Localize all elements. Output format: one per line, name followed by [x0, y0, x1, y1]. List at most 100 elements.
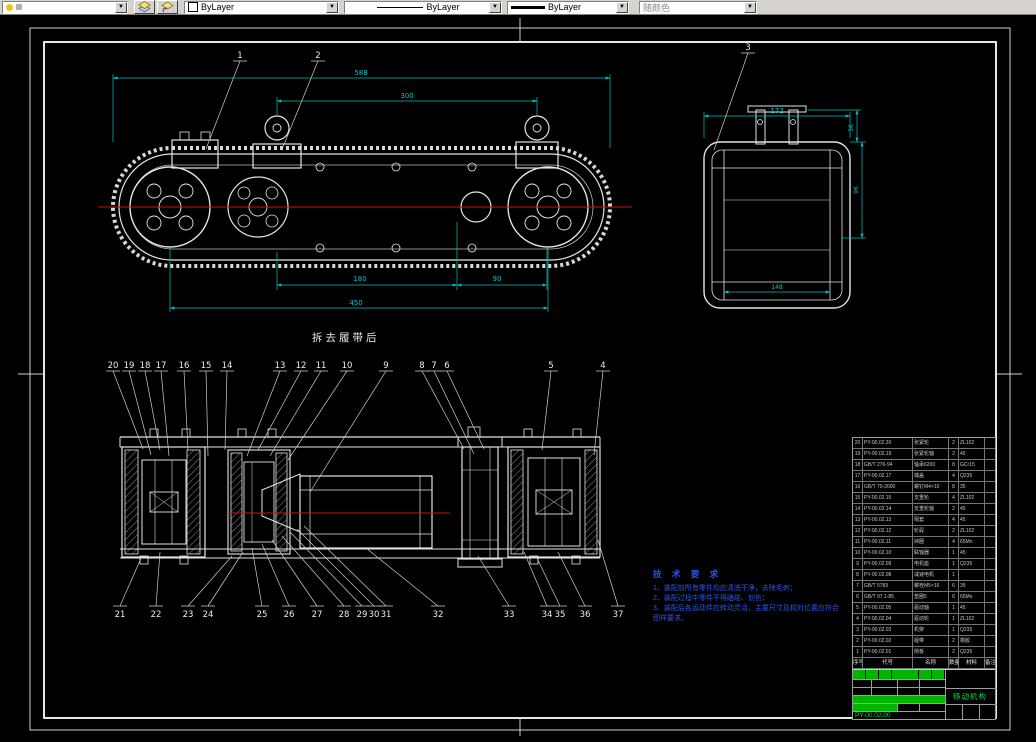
layer-previous-icon [161, 1, 174, 13]
cad-application: 588 300 180 90 450 1 2 172 36 96 148 3 拆… [0, 0, 1036, 742]
svg-text:8: 8 [419, 361, 424, 371]
svg-text:28: 28 [339, 610, 350, 620]
layer-dropdown-arrow[interactable]: ▼ [115, 1, 127, 13]
svg-text:14: 14 [222, 361, 233, 371]
color-dropdown-arrow[interactable]: ▼ [326, 1, 338, 13]
top-view-geometry [111, 115, 612, 268]
dim-90: 90 [493, 275, 502, 283]
lineweight-control[interactable]: ByLayer ▼ [507, 0, 629, 14]
parts-list-row: 6 GB/T 97.1-85 垫圈5 6 65Mn [853, 592, 995, 603]
dim-300: 300 [400, 92, 413, 100]
parts-list-row: 3 PY-00.02.03 机架 1 Q235 [853, 625, 995, 636]
technical-requirement-item: 2、装配过程中零件不得磕碰、划伤； [653, 595, 769, 603]
svg-text:15: 15 [201, 361, 212, 371]
dim-588: 588 [354, 69, 367, 77]
lineweight-dropdown-arrow[interactable]: ▼ [616, 1, 628, 13]
svg-text:10: 10 [342, 361, 353, 371]
parts-list-row: 11 PY-00.02.11 挡圈 4 65Mn [853, 537, 995, 548]
linetype-value: ByLayer [426, 2, 460, 12]
parts-list-row: 19 PY-00.02.19 张紧轮轴 2 45 [853, 449, 995, 460]
parts-list-rows: 20 PY-00.02.20 张紧轮 2 ZL102 19 PY-00.02.1… [853, 438, 995, 658]
technical-requirements: 技 术 要 求 1、装配前所有零件均应清洗干净，去除毛刺； 2、装配过程中零件不… [653, 568, 843, 625]
color-value: ByLayer [201, 2, 235, 12]
svg-text:33: 33 [504, 610, 515, 620]
linetype-control[interactable]: ByLayer ▼ [344, 0, 502, 14]
parts-list-row: 9 PY-00.02.09 电机座 1 Q235 [853, 559, 995, 570]
make-object-layer-current-button[interactable] [134, 0, 155, 14]
plotstyle-value: 随颜色 [643, 2, 671, 13]
layers-icon [138, 1, 151, 13]
svg-text:13: 13 [275, 361, 286, 371]
side-view-geometry [703, 105, 851, 309]
svg-text:11: 11 [316, 361, 327, 371]
parts-list-row: 20 PY-00.02.20 张紧轮 2 ZL102 [853, 438, 995, 449]
dim-180: 180 [353, 275, 366, 283]
svg-text:12: 12 [296, 361, 307, 371]
top-view-dimensions: 588 300 180 90 450 [112, 69, 611, 312]
balloon-1: 1 [237, 51, 242, 61]
section-callouts-top: 20 19 18 17 16 15 14 13 12 11 10 9 8 7 6… [106, 361, 610, 493]
svg-text:25: 25 [257, 610, 268, 620]
svg-text:18: 18 [140, 361, 151, 371]
color-control[interactable]: ByLayer ▼ [184, 0, 339, 14]
parts-list-row: 16 GB/T 70-2000 螺钉M4×10 8 35 [853, 482, 995, 493]
svg-text:4: 4 [600, 361, 605, 371]
svg-text:27: 27 [312, 610, 323, 620]
svg-text:7: 7 [431, 361, 436, 371]
dim-172: 172 [770, 107, 783, 115]
plotstyle-dropdown-arrow: ▼ [744, 1, 756, 13]
layer-on-icon [6, 3, 13, 11]
linetype-sample [377, 6, 424, 8]
parts-list-row: 18 GB/T 276-94 轴承6200 8 GCr15 [853, 460, 995, 471]
parts-list-row: 2 PY-00.02.02 履带 2 橡胶 [853, 636, 995, 647]
svg-text:37: 37 [613, 610, 624, 620]
parts-list-row: 15 PY-00.02.15 支重轮 4 ZL102 [853, 493, 995, 504]
parts-list-row: 7 GB/T 5783 螺栓M5×16 6 35 [853, 581, 995, 592]
svg-text:20: 20 [108, 361, 119, 371]
balloon-3: 3 [745, 43, 750, 53]
technical-requirement-item: 3、装配后各运动件应转动灵活，主要尺寸及相对位置应符合图样要求。 [653, 605, 839, 623]
svg-text:24: 24 [203, 610, 214, 620]
plotstyle-control[interactable]: 随颜色 ▼ [639, 0, 757, 14]
svg-text:30: 30 [369, 610, 380, 620]
svg-text:21: 21 [115, 610, 126, 620]
properties-toolbar: ▼ ByLayer ▼ ByLayer ▼ ByLayer ▼ 随颜色 ▼ [0, 0, 1036, 15]
dim-148: 148 [771, 284, 783, 291]
svg-text:31: 31 [381, 610, 392, 620]
color-swatch [188, 2, 198, 12]
section-view-geometry [119, 426, 601, 568]
svg-text:9: 9 [383, 361, 388, 371]
svg-text:26: 26 [284, 610, 295, 620]
parts-list-row: 13 PY-00.02.13 隔套 4 45 [853, 515, 995, 526]
parts-list: 20 PY-00.02.20 张紧轮 2 ZL102 19 PY-00.02.1… [852, 437, 997, 720]
top-view-balloons: 1 2 [205, 51, 325, 150]
parts-list-header: 序号 代号 名称 数量 材料 备注 [853, 658, 995, 669]
parts-list-row: 1 PY-00.02.01 侧板 2 Q235 [853, 647, 995, 658]
parts-list-row: 8 PY-00.02.08 减速电机 1 [853, 570, 995, 581]
svg-text:22: 22 [151, 610, 162, 620]
svg-text:29: 29 [357, 610, 368, 620]
section-note: 拆去履带后 [312, 331, 380, 344]
title-block: PY-00.02.00 移动机构 [853, 669, 997, 720]
layer-previous-button[interactable] [157, 0, 178, 14]
parts-list-row: 14 PY-00.02.14 支重轮轴 2 45 [853, 504, 995, 515]
layer-control[interactable]: ▼ [2, 0, 128, 14]
parts-list-row: 12 PY-00.02.12 轮毂 2 ZL102 [853, 526, 995, 537]
layer-lock-icon [16, 4, 22, 10]
svg-text:36: 36 [580, 610, 591, 620]
lineweight-sample [511, 5, 545, 9]
parts-list-row: 10 PY-00.02.10 联轴器 1 45 [853, 548, 995, 559]
linetype-dropdown-arrow[interactable]: ▼ [489, 1, 501, 13]
svg-text:5: 5 [548, 361, 553, 371]
technical-requirement-item: 1、装配前所有零件均应清洗干净，去除毛刺； [653, 585, 797, 592]
svg-text:6: 6 [444, 361, 449, 371]
svg-text:19: 19 [124, 361, 135, 371]
dim-450: 450 [349, 299, 362, 307]
title-block-part-name: 移动机构 [953, 692, 987, 701]
title-block-drawing-no: PY-00.02.00 [855, 712, 891, 719]
side-view-balloon: 3 [713, 43, 755, 151]
parts-list-row: 5 PY-00.02.05 驱动轴 1 45 [853, 603, 995, 614]
dim-36: 36 [848, 124, 855, 132]
lineweight-value: ByLayer [548, 2, 582, 12]
svg-text:17: 17 [156, 361, 167, 371]
